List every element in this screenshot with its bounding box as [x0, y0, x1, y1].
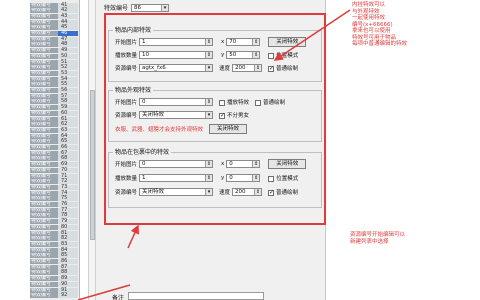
arrow-to-in-hand [273, 9, 351, 61]
remark-label: 备注 [112, 295, 125, 300]
remark-input[interactable] [128, 292, 264, 300]
arrow-up-to-frame [127, 224, 139, 249]
annotation-arrows [77, 9, 351, 300]
